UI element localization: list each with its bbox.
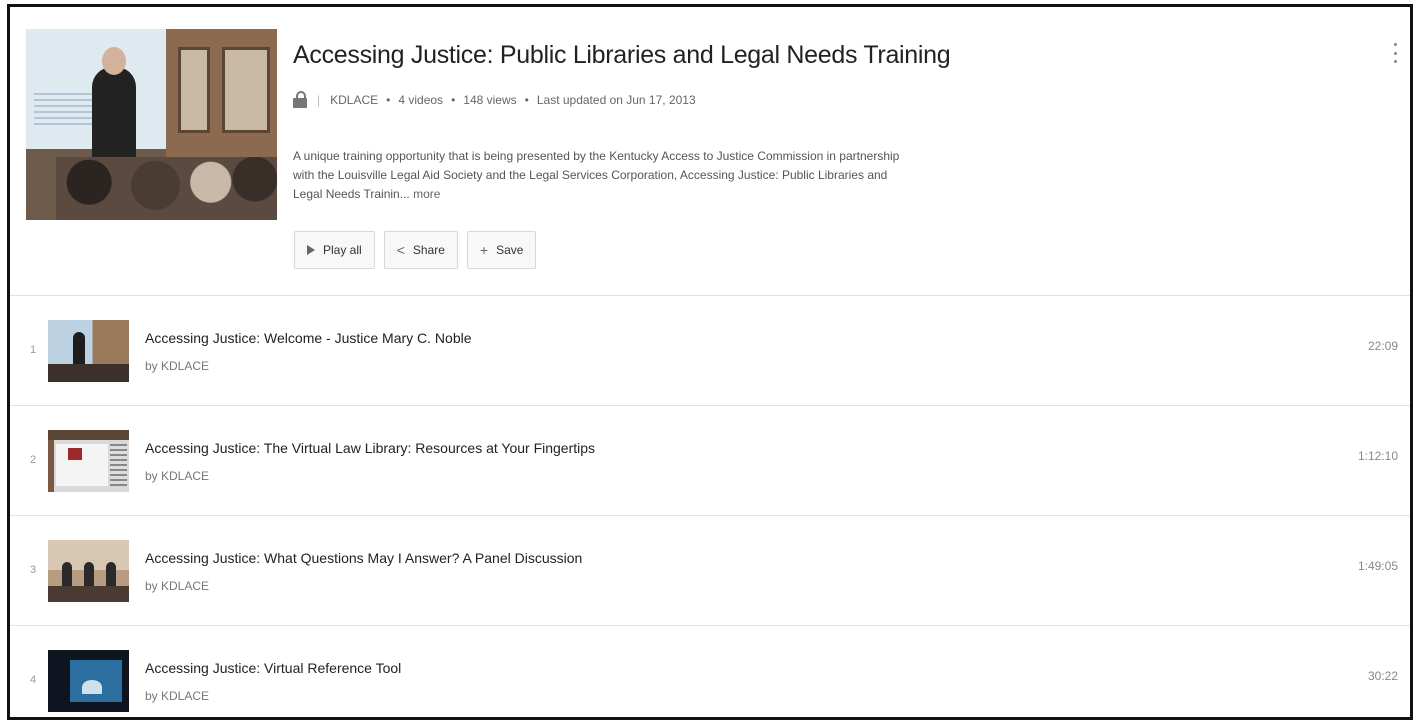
playlist-thumbnail[interactable] [26,29,277,220]
lock-icon [293,91,307,108]
last-updated: Last updated on Jun 17, 2013 [536,92,696,107]
more-link[interactable]: more [413,187,440,201]
video-channel[interactable]: by KDLACE [145,689,209,703]
description-text: A unique training opportunity that is be… [293,149,900,201]
view-count: 148 views [463,92,517,107]
video-channel[interactable]: by KDLACE [145,579,209,593]
video-duration: 1:12:10 [1357,449,1398,463]
more-options-icon[interactable] [1394,43,1398,63]
video-channel[interactable]: by KDLACE [145,469,209,483]
play-icon [307,245,315,255]
video-duration: 1:49:05 [1357,559,1398,573]
video-row[interactable]: 4 Accessing Justice: Virtual Reference T… [10,626,1410,717]
playlist-description: A unique training opportunity that is be… [293,147,913,204]
playlist-meta: | KDLACE • 4 videos • 148 views • Last u… [293,91,696,108]
video-row[interactable]: 3 Accessing Justice: What Questions May … [10,516,1410,626]
action-buttons: Play all < Share + Save [294,231,537,269]
video-index: 3 [30,564,37,576]
video-thumbnail[interactable] [48,650,129,712]
video-count: 4 videos [398,92,444,107]
meta-separator: • [451,92,456,107]
meta-separator: • [524,92,529,107]
channel-link[interactable]: KDLACE [330,93,378,107]
video-index: 4 [30,674,37,686]
playlist-title[interactable]: Accessing Justice: Public Libraries and … [293,41,951,70]
video-title[interactable]: Accessing Justice: Virtual Reference Too… [145,660,401,676]
video-duration: 30:22 [1367,669,1398,683]
plus-icon: + [479,242,489,258]
video-duration: 22:09 [1367,339,1398,353]
video-index: 2 [30,454,37,466]
video-title[interactable]: Accessing Justice: Welcome - Justice Mar… [145,330,472,346]
playlist-header: Accessing Justice: Public Libraries and … [10,7,1410,296]
video-title[interactable]: Accessing Justice: The Virtual Law Libra… [145,440,595,456]
video-thumbnail[interactable] [48,540,129,602]
share-icon: < [396,242,405,258]
video-row[interactable]: 1 Accessing Justice: Welcome - Justice M… [10,296,1410,406]
video-thumbnail[interactable] [48,430,129,492]
share-button[interactable]: < Share [383,231,458,269]
video-row[interactable]: 2 Accessing Justice: The Virtual Law Lib… [10,406,1410,516]
meta-separator: • [386,92,391,107]
video-thumbnail[interactable] [48,320,129,382]
play-all-button[interactable]: Play all [294,231,375,269]
save-button[interactable]: + Save [466,231,537,269]
playlist-page: Accessing Justice: Public Libraries and … [7,4,1413,720]
video-list: 1 Accessing Justice: Welcome - Justice M… [10,296,1410,717]
video-title[interactable]: Accessing Justice: What Questions May I … [145,550,582,566]
video-channel[interactable]: by KDLACE [145,359,209,373]
video-index: 1 [30,344,37,356]
